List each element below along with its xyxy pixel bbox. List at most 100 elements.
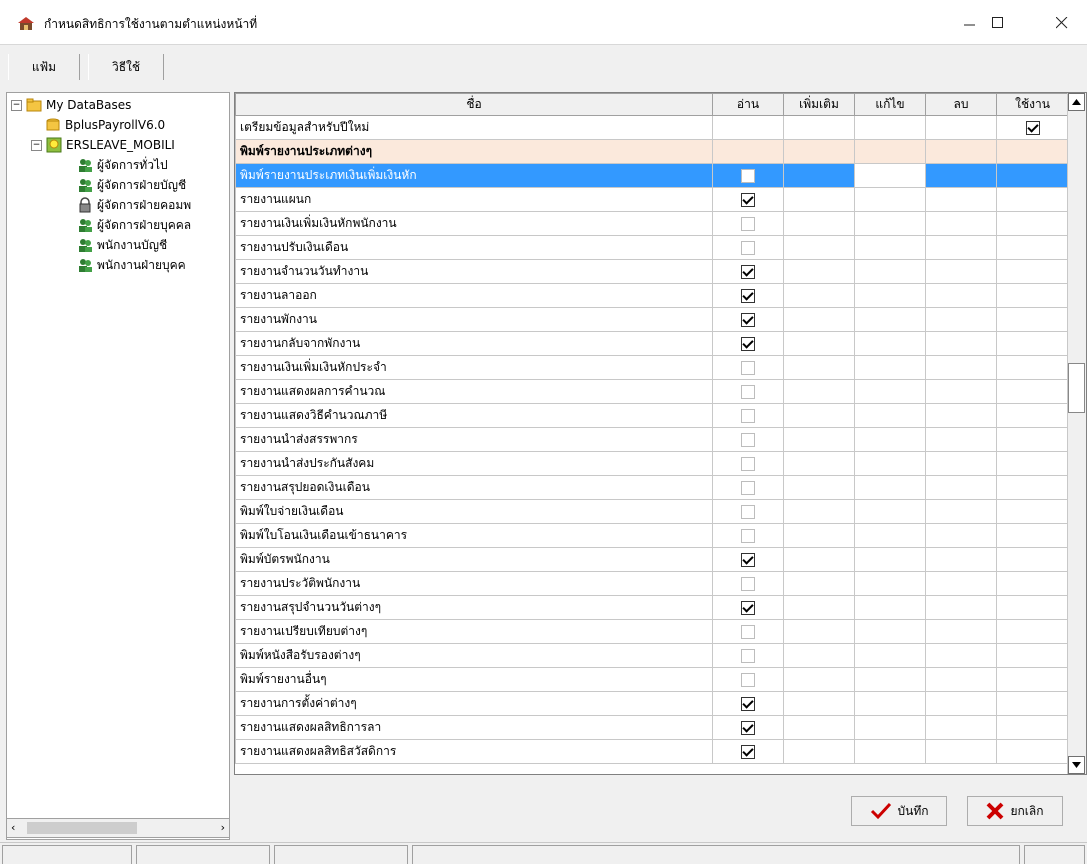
grid-vertical-scrollbar[interactable] [1067,93,1086,774]
cell-use[interactable] [996,547,1069,572]
cell-read[interactable] [712,259,784,284]
cell-use[interactable] [996,163,1069,188]
cell-delete[interactable] [925,427,997,452]
cell-edit[interactable] [854,667,926,692]
cell-read[interactable] [712,355,784,380]
permission-name[interactable]: พิมพ์ใบโอนเงินเดือนเข้าธนาคาร [235,523,713,548]
cell-delete[interactable] [925,619,997,644]
cell-read[interactable] [712,619,784,644]
cell-edit[interactable] [854,355,926,380]
grid-row[interactable]: รายงานเงินเพิ่มเงินหักพนักงาน [235,211,1069,236]
col-header-use[interactable]: ใช้งาน [996,93,1069,116]
tree-horizontal-scrollbar[interactable]: ‹ › [6,818,230,838]
tree-role-item[interactable]: พนักงานบัญชี [77,235,167,255]
cell-use[interactable] [996,691,1069,716]
cell-delete[interactable] [925,355,997,380]
cell-edit[interactable] [854,427,926,452]
grid-row[interactable]: รายงานนำส่งประกันสังคม [235,451,1069,476]
cell-delete[interactable] [925,499,997,524]
cell-read[interactable] [712,667,784,692]
cell-edit[interactable] [854,451,926,476]
cell-edit[interactable] [854,187,926,212]
read-checkbox[interactable] [741,504,755,519]
permission-name[interactable]: รายงานสรุปยอดเงินเดือน [235,475,713,500]
cell-use[interactable] [996,427,1069,452]
cell-delete[interactable] [925,451,997,476]
cell-delete[interactable] [925,523,997,548]
cell-edit[interactable] [854,259,926,284]
cancel-button[interactable]: ยกเลิก [967,796,1063,826]
cell-add[interactable] [783,595,855,620]
cell-add[interactable] [783,163,855,188]
cell-use[interactable] [996,307,1069,332]
cell-add[interactable] [783,283,855,308]
col-header-delete[interactable]: ลบ [925,93,997,116]
cell-read[interactable] [712,571,784,596]
read-checkbox[interactable] [741,216,755,231]
cell-use[interactable] [996,523,1069,548]
grid-row[interactable]: พิมพ์รายงานอื่นๆ [235,667,1069,692]
permission-name[interactable]: พิมพ์รายงานอื่นๆ [235,667,713,692]
cell-edit[interactable] [854,739,926,764]
cell-delete[interactable] [925,715,997,740]
cell-add[interactable] [783,403,855,428]
cell-edit[interactable] [854,379,926,404]
read-checkbox[interactable] [741,360,755,375]
cell-read[interactable] [712,691,784,716]
cell-read[interactable] [712,547,784,572]
cell-edit[interactable] [854,715,926,740]
cell-use[interactable] [996,211,1069,236]
permission-name[interactable]: พิมพ์หนังสือรับรองต่างๆ [235,643,713,668]
cell-use[interactable] [996,331,1069,356]
permission-name[interactable]: รายงานลาออก [235,283,713,308]
cell-read[interactable] [712,235,784,260]
cell-edit[interactable] [854,595,926,620]
cell-use[interactable] [996,139,1069,164]
scroll-down-button[interactable] [1068,756,1085,774]
read-checkbox[interactable] [741,264,755,279]
cell-read[interactable] [712,427,784,452]
read-checkbox[interactable] [741,288,755,303]
read-checkbox[interactable] [741,576,755,591]
read-checkbox[interactable] [741,648,755,663]
cell-edit[interactable] [854,115,926,140]
permission-name[interactable]: รายงานกลับจากพักงาน [235,331,713,356]
cell-add[interactable] [783,451,855,476]
cell-delete[interactable] [925,307,997,332]
read-checkbox[interactable] [741,528,755,543]
read-checkbox[interactable] [741,672,755,687]
cell-add[interactable] [783,331,855,356]
grid-row[interactable]: รายงานแผนก [235,187,1069,212]
menu-howto[interactable]: วิธีใช้ [88,54,164,80]
cell-read[interactable] [712,307,784,332]
cell-delete[interactable] [925,331,997,356]
cell-use[interactable] [996,571,1069,596]
cell-read[interactable] [712,187,784,212]
grid-row[interactable]: รายงานแสดงผลการคำนวณ [235,379,1069,404]
cell-add[interactable] [783,547,855,572]
cell-edit[interactable] [854,307,926,332]
database-tree[interactable]: − My DataBases BplusPayrollV6.0 − ERSLEA… [6,92,230,840]
tree-role-item[interactable]: ผู้จัดการฝ่ายคอมพ [77,195,191,215]
cell-edit[interactable] [854,163,926,188]
tree-role-item[interactable]: ผู้จัดการฝ่ายบุคคล [77,215,191,235]
cell-read[interactable] [712,163,784,188]
cell-delete[interactable] [925,739,997,764]
read-checkbox[interactable] [741,168,755,183]
permission-name[interactable]: รายงานประวัติพนักงาน [235,571,713,596]
cell-add[interactable] [783,235,855,260]
grid-row[interactable]: พิมพ์บัตรพนักงาน [235,547,1069,572]
cell-use[interactable] [996,595,1069,620]
cell-read[interactable] [712,139,784,164]
cell-read[interactable] [712,715,784,740]
grid-row[interactable]: รายงานแสดงวิธีคำนวณภาษี [235,403,1069,428]
close-button[interactable] [1042,8,1082,38]
cell-edit[interactable] [854,499,926,524]
cell-delete[interactable] [925,547,997,572]
grid-row[interactable]: พิมพ์รายงานประเภทเงินเพิ่มเงินหัก [235,163,1069,188]
cell-use[interactable] [996,475,1069,500]
cell-read[interactable] [712,211,784,236]
grid-row[interactable]: รายงานจำนวนวันทำงาน [235,259,1069,284]
cell-delete[interactable] [925,115,997,140]
read-checkbox[interactable] [741,720,755,735]
